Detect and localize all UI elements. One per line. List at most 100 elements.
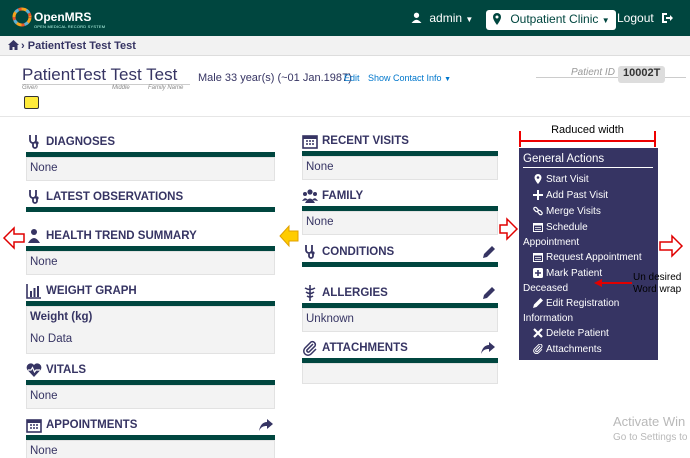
given-label: Given	[22, 85, 38, 91]
show-contact-label: Show Contact Info	[368, 73, 442, 83]
right-red-arrow-icon	[499, 217, 519, 241]
sign-out-icon	[662, 13, 674, 23]
home-icon[interactable]	[8, 40, 19, 50]
action-label: Add Past Visit	[546, 190, 609, 201]
pencil-icon[interactable]	[483, 287, 495, 299]
plus-square-icon	[533, 268, 543, 278]
weight-graph-widget: WEIGHT GRAPH Weight (kg) No Data	[26, 283, 275, 355]
widget-body: None	[26, 251, 275, 275]
share-arrow-icon[interactable]	[259, 419, 273, 431]
show-contact-info-link[interactable]: Show Contact Info ▼	[368, 73, 451, 83]
widget-title: RECENT VISITS	[322, 135, 409, 147]
plus-icon	[533, 190, 543, 200]
brand-name[interactable]: OpenMRS	[34, 10, 91, 24]
widget-value: Unknown	[306, 313, 354, 325]
appointments-widget: APPOINTMENTS None	[26, 417, 275, 458]
widget-title: VITALS	[46, 364, 87, 376]
patient-demographics: Male 33 year(s) (~01 Jan.1987)	[198, 72, 352, 84]
share-arrow-icon[interactable]	[481, 342, 495, 354]
activate-windows-watermark: Activate Win	[613, 414, 686, 429]
attachments-widget: ATTACHMENTS	[302, 340, 498, 386]
pencil-icon	[533, 298, 543, 308]
location-name: Outpatient Clinic	[510, 12, 599, 26]
widget-body: None	[302, 156, 498, 180]
undesired-label-line1: Un desired	[633, 272, 682, 283]
chevron-right-icon: ›	[21, 40, 28, 52]
widget-value: None	[306, 161, 334, 173]
stethoscope-icon	[29, 190, 39, 204]
breadcrumb: › PatientTest Test Test	[0, 36, 690, 56]
widget-body: Unknown	[302, 308, 498, 332]
action-label: Mark Patient	[546, 268, 603, 279]
user-menu[interactable]: admin ▼	[411, 11, 473, 25]
calendar-icon	[533, 253, 543, 262]
widget-body: None	[26, 157, 275, 181]
brand-subtitle: OPEN MEDICAL RECORD SYSTEM	[34, 24, 106, 29]
caret-down-icon: ▼	[444, 76, 451, 83]
breadcrumb-label: PatientTest Test Test	[27, 40, 136, 52]
general-actions-title: General Actions	[523, 153, 605, 165]
widget-title: APPOINTMENTS	[46, 419, 138, 431]
action-label: Request Appointment	[546, 252, 642, 263]
stethoscope-icon	[29, 135, 39, 149]
annotation-tick-left	[519, 131, 521, 147]
patient-id-label: Patient ID	[571, 67, 615, 78]
widget-title: ATTACHMENTS	[322, 342, 408, 354]
user-md-icon	[28, 229, 40, 243]
widget-body: Weight (kg) No Data	[26, 306, 275, 354]
left-red-arrow-icon	[2, 226, 25, 250]
widget-bar	[302, 262, 498, 267]
widget-title: WEIGHT GRAPH	[46, 285, 137, 297]
action-label: Start Visit	[546, 174, 589, 185]
recent-visits-widget: RECENT VISITS None	[302, 133, 498, 181]
logout-button[interactable]: Logout	[617, 11, 674, 25]
close-icon	[533, 328, 543, 338]
stethoscope-icon	[305, 245, 315, 259]
action-label-wrap: Deceased	[523, 283, 569, 294]
sticky-note-icon[interactable]	[24, 96, 39, 109]
widget-bar	[26, 207, 275, 212]
action-label: Delete Patient	[546, 328, 609, 339]
widget-value: None	[30, 390, 58, 402]
map-marker-icon	[534, 174, 542, 184]
widget-body	[302, 363, 498, 384]
medkit-icon	[304, 285, 316, 301]
widget-title: FAMILY	[322, 190, 364, 202]
annotation-line	[519, 140, 656, 142]
widget-value: No Data	[30, 333, 73, 345]
activate-windows-subtext: Go to Settings to	[613, 432, 688, 443]
patient-header: PatientTest Test Test Given Middle Famil…	[0, 57, 690, 117]
users-icon	[302, 189, 318, 203]
chevron-down-icon: ▼	[465, 15, 474, 24]
patient-id-badge: 10002T	[618, 66, 666, 83]
annotation-tick-right	[654, 131, 656, 147]
widget-body: None	[26, 440, 275, 458]
general-actions-panel: General Actions Start Visit Add Past Vis…	[519, 148, 658, 360]
calendar-icon	[302, 135, 318, 149]
health-trend-summary-widget: HEALTH TREND SUMMARY None	[26, 228, 275, 276]
action-label: Schedule	[546, 222, 588, 233]
breadcrumb-patient[interactable]: › PatientTest Test Test	[21, 40, 136, 52]
openmrs-logo-icon	[12, 7, 32, 27]
diagnoses-widget: DIAGNOSES None	[26, 134, 275, 182]
widget-value: None	[30, 256, 58, 268]
widget-value: None	[30, 162, 58, 174]
pencil-icon[interactable]	[483, 246, 495, 258]
left-yellow-arrow-icon	[279, 224, 299, 248]
family-label: Family Name	[148, 85, 184, 91]
edit-link[interactable]: Edit	[344, 73, 360, 83]
bar-chart-icon	[26, 284, 41, 299]
undesired-word-wrap-annotation: Un desired Word wrap	[633, 272, 681, 296]
general-actions-underline	[523, 167, 653, 168]
widget-title: CONDITIONS	[322, 246, 395, 258]
widget-value: None	[30, 445, 58, 457]
calendar-icon	[533, 223, 543, 232]
calendar-icon	[26, 419, 42, 433]
logout-label: Logout	[617, 11, 654, 25]
family-widget: FAMILY None	[302, 188, 498, 236]
widget-title: ALLERGIES	[322, 287, 388, 299]
allergies-widget: ALLERGIES Unknown	[302, 285, 498, 333]
widget-value: None	[306, 216, 334, 228]
location-selector[interactable]: Outpatient Clinic ▼	[486, 10, 616, 30]
action-label-wrap: Appointment	[523, 237, 580, 248]
